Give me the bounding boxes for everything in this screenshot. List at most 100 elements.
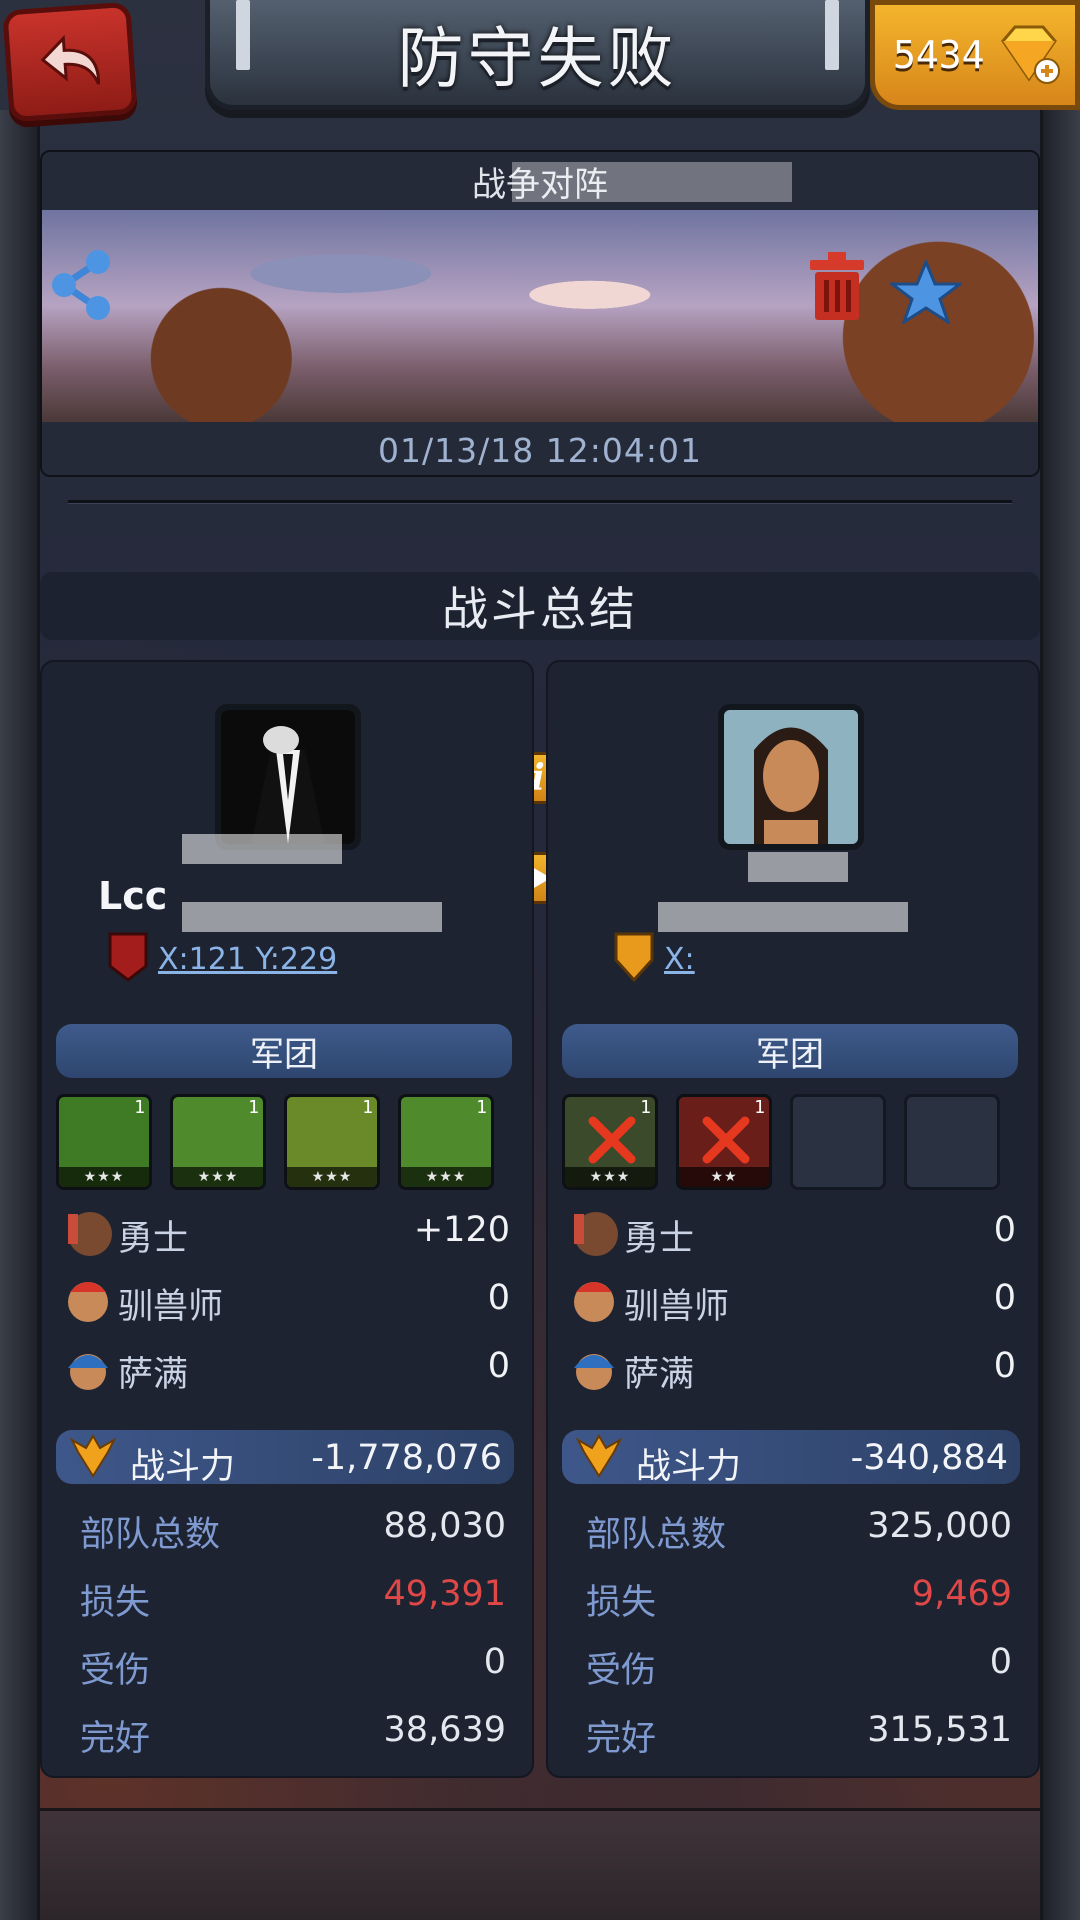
stat-value: 0 [989, 1642, 1012, 1682]
warrior-icon [68, 1212, 112, 1256]
attacker-avatar[interactable] [215, 704, 361, 850]
hero-stars: ★★★ [401, 1167, 491, 1187]
back-button[interactable] [2, 1, 138, 123]
redacted-name-mask [182, 902, 442, 932]
defender-hero-2[interactable]: 1 ★★ [676, 1094, 772, 1190]
stat-label: 受伤 [80, 1651, 151, 1691]
stat-label: 损失 [80, 1583, 151, 1623]
attacker-hero-1[interactable]: 1 ★★★ [56, 1094, 152, 1190]
defender-legion-header: 军团 [562, 1024, 1018, 1078]
attacker-hero-4[interactable]: 1 ★★★ [398, 1094, 494, 1190]
summary-title: 战斗总结 [442, 582, 638, 636]
suit-avatar-icon [221, 710, 355, 844]
defender-avatar[interactable] [718, 704, 864, 850]
shaman-icon [574, 1354, 614, 1390]
title-plate: 防守失败 [205, 0, 870, 110]
shaman-icon [68, 1354, 108, 1390]
stat-label: 部队总数 [80, 1515, 221, 1555]
hero-stars: ★★★ [287, 1167, 377, 1187]
defeated-x-icon [588, 1116, 636, 1164]
unit-row-tamer: 驯兽师 0 [548, 1270, 1038, 1328]
unit-name: 萨满 [118, 1355, 189, 1395]
power-value: -340,884 [850, 1438, 1008, 1478]
defender-coordinates-link[interactable]: X: [664, 942, 695, 977]
hero-level: 1 [248, 1097, 259, 1118]
defeated-x-icon [702, 1116, 750, 1164]
attacker-name: Lcc [98, 874, 168, 918]
redacted-name-mask [658, 902, 908, 932]
gem-counter-button[interactable]: 5434 [870, 0, 1080, 110]
unit-name: 驯兽师 [118, 1287, 224, 1327]
banner-footer: 01/13/18 12:04:01 [42, 422, 1038, 475]
unit-row-shaman: 萨满 0 [548, 1338, 1038, 1396]
summary-header: 战斗总结 [40, 572, 1040, 640]
hero-stars: ★★★ [173, 1167, 263, 1187]
gold-banner-icon [614, 932, 654, 983]
unit-name: 勇士 [624, 1219, 695, 1259]
stat-value: 9,469 [911, 1574, 1012, 1614]
unit-value: 0 [993, 1210, 1016, 1250]
stat-value: 325,000 [867, 1506, 1012, 1546]
unit-row-tamer: 驯兽师 0 [42, 1270, 532, 1328]
attacker-hero-3[interactable]: 1 ★★★ [284, 1094, 380, 1190]
attacker-panel: Lcc X:121 Y:229 军团 1 ★★★ 1 ★★★ 1 ★★★ 1 ★… [40, 660, 534, 1778]
unit-name: 萨满 [624, 1355, 695, 1395]
page-title: 防守失败 [397, 19, 678, 97]
hero-stars: ★★ [679, 1167, 769, 1187]
back-arrow-icon [40, 34, 101, 85]
attacker-coordinates-link[interactable]: X:121 Y:229 [158, 942, 337, 977]
power-label: 战斗力 [636, 1447, 742, 1487]
stat-value: 315,531 [867, 1710, 1012, 1750]
stat-label: 完好 [80, 1719, 151, 1759]
stat-value: 88,030 [383, 1506, 506, 1546]
hero-level: 1 [476, 1097, 487, 1118]
hero-portrait-icon [724, 710, 858, 844]
stat-label: 损失 [586, 1583, 657, 1623]
diamond-plus-icon [1001, 25, 1060, 84]
stat-intact: 完好 38,639 [42, 1700, 532, 1759]
unit-row-warrior: 勇士 0 [548, 1202, 1038, 1260]
stat-losses: 损失 9,469 [548, 1564, 1038, 1623]
red-banner-icon [108, 932, 148, 982]
hero-level: 1 [640, 1097, 651, 1118]
hero-level: 1 [134, 1097, 145, 1118]
trash-icon[interactable] [806, 250, 868, 322]
stat-label: 受伤 [586, 1651, 657, 1691]
hero-level: 1 [362, 1097, 373, 1118]
power-label: 战斗力 [130, 1447, 236, 1487]
stat-losses: 损失 49,391 [42, 1564, 532, 1623]
share-icon[interactable] [46, 248, 116, 322]
stat-total-troops: 部队总数 325,000 [548, 1496, 1038, 1555]
defender-hero-slot-empty [790, 1094, 886, 1190]
attacker-hero-2[interactable]: 1 ★★★ [170, 1094, 266, 1190]
rock-frame-left [0, 110, 40, 1920]
stat-value: 49,391 [383, 1574, 506, 1614]
unit-name: 驯兽师 [624, 1287, 730, 1327]
defender-panel: X: 军团 1 ★★★ 1 ★★ 勇士 0 驯兽师 0 萨满 0 战斗力 -34… [546, 660, 1040, 1778]
redacted-text [512, 162, 792, 202]
favorite-star-icon[interactable] [890, 260, 962, 324]
unit-value: 0 [487, 1278, 510, 1318]
gem-count: 5434 [893, 33, 985, 77]
attacker-power-bar: 战斗力 -1,778,076 [56, 1430, 514, 1487]
hero-level: 1 [754, 1097, 765, 1118]
rock-frame-right [1040, 110, 1080, 1920]
stat-wounded: 受伤 0 [42, 1632, 532, 1691]
bottom-rock-bar [40, 1808, 1040, 1920]
redacted-name-mask [748, 852, 848, 882]
beast-tamer-icon [574, 1282, 614, 1322]
phoenix-icon [575, 1434, 623, 1478]
unit-row-shaman: 萨满 0 [42, 1338, 532, 1396]
legion-label: 军团 [250, 1034, 318, 1075]
defender-hero-slot-empty [904, 1094, 1000, 1190]
unit-row-warrior: 勇士 +120 [42, 1202, 532, 1260]
unit-value: 0 [487, 1346, 510, 1386]
hero-stars: ★★★ [565, 1167, 655, 1187]
stat-value: 38,639 [383, 1710, 506, 1750]
stat-label: 部队总数 [586, 1515, 727, 1555]
defender-hero-1[interactable]: 1 ★★★ [562, 1094, 658, 1190]
power-value: -1,778,076 [311, 1438, 502, 1478]
unit-value: +120 [413, 1210, 510, 1250]
warrior-icon [574, 1212, 618, 1256]
beast-tamer-icon [68, 1282, 108, 1322]
